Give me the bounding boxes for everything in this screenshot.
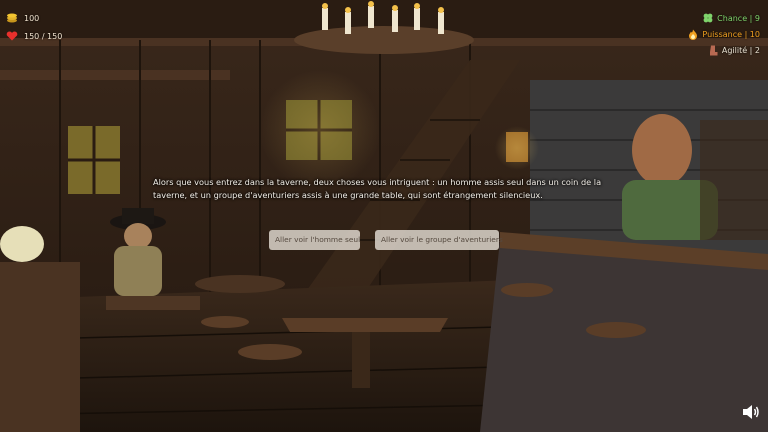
health-value: 150 / 150 bbox=[24, 31, 63, 41]
player-resources: 100 150 / 150 bbox=[6, 10, 62, 46]
stat-agilite: Agilité | 2 bbox=[688, 42, 760, 58]
gold-value: 100 bbox=[24, 13, 40, 23]
sound-toggle-button[interactable] bbox=[742, 404, 760, 424]
gold-coins-icon bbox=[7, 13, 17, 23]
stat-puissance-label: Puissance | 10 bbox=[702, 29, 760, 39]
tavern-scene-background bbox=[0, 0, 768, 432]
speaker-icon bbox=[743, 405, 759, 419]
choice-button-homme-seul[interactable]: Aller voir l'homme seul bbox=[269, 230, 360, 250]
choice-button-groupe-aventuriers[interactable]: Aller voir le groupe d'aventuriers bbox=[375, 230, 503, 250]
clover-icon bbox=[703, 13, 713, 23]
heart-icon bbox=[6, 31, 18, 41]
boot-icon bbox=[709, 45, 718, 55]
story-text: Alors que vous entrez dans la taverne, d… bbox=[153, 177, 602, 200]
stat-chance: Chance | 9 bbox=[688, 10, 760, 26]
health-counter: 150 / 150 bbox=[6, 28, 62, 44]
player-stats: Chance | 9 Puissance | 10 Agilité | 2 bbox=[688, 10, 760, 58]
stat-agilite-label: Agilité | 2 bbox=[721, 45, 760, 55]
stat-puissance: Puissance | 10 bbox=[688, 26, 760, 42]
gold-counter: 100 bbox=[6, 10, 62, 26]
flame-icon bbox=[689, 29, 698, 40]
stat-chance-label: Chance | 9 bbox=[717, 13, 760, 23]
